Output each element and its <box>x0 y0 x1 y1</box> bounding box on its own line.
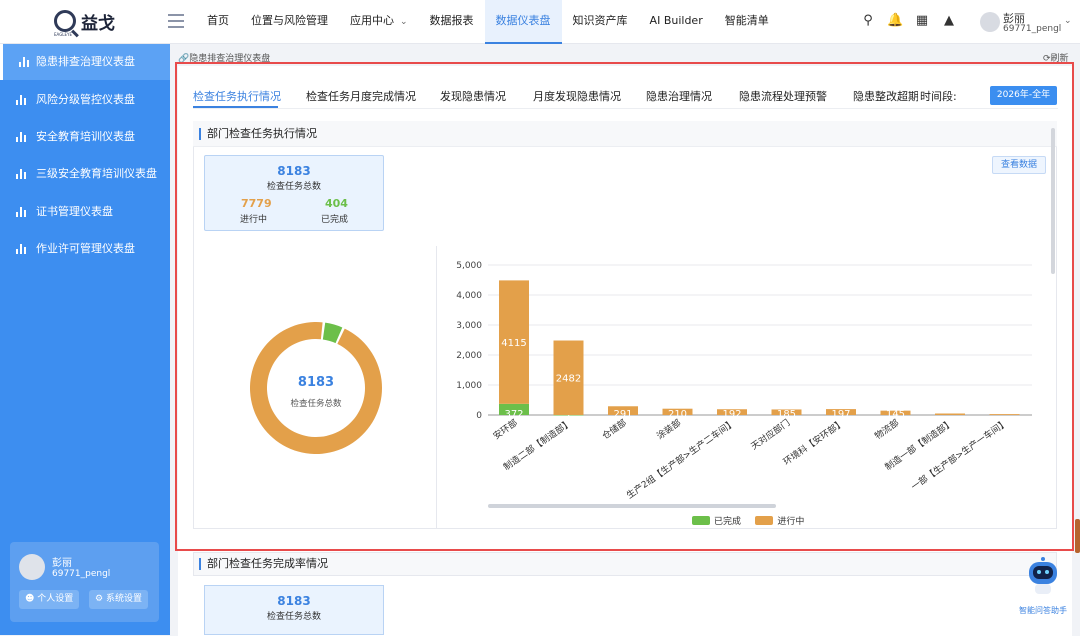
qr-code-icon[interactable]: ▦ <box>914 13 930 29</box>
total-tasks-label: 检查任务总数 <box>266 612 321 622</box>
stat-card: 8183 检查任务总数 <box>204 585 384 635</box>
nav-location-risk[interactable]: 位置与风险管理 <box>240 0 339 44</box>
user-menu[interactable]: 彭丽 69771_pengl ⌄ <box>980 8 1080 38</box>
sidebar-item-work-permit[interactable]: 作业许可管理仪表盘 <box>0 231 170 267</box>
user-id: 69771_pengl <box>1003 24 1062 34</box>
section-title: 部门检查任务完成率情况 <box>199 558 328 570</box>
chevron-down-icon: ⌄ <box>1064 16 1072 26</box>
logo-text: 益戈 <box>81 14 115 34</box>
logo[interactable]: 益戈 EAGLEYE <box>54 8 166 37</box>
top-bar: 益戈 EAGLEYE 首页 位置与风险管理 应用中心 ⌄ 数据报表 数据仪表盘 知… <box>0 0 1080 44</box>
avatar <box>980 12 1000 32</box>
bar-chart-icon <box>16 132 26 142</box>
logo-mark-icon <box>54 10 76 32</box>
area-chart-icon[interactable]: ▲ <box>941 13 957 29</box>
nav-app-center[interactable]: 应用中心 ⌄ <box>339 0 419 44</box>
bar-chart-icon <box>16 169 26 179</box>
nav-knowledge-base[interactable]: 知识资产库 <box>562 0 639 44</box>
sidebar-user-id: 69771_pengl <box>52 569 111 579</box>
sidebar-item-certificate[interactable]: 证书管理仪表盘 <box>0 194 170 230</box>
nav-data-dashboard[interactable]: 数据仪表盘 <box>484 0 562 44</box>
avatar <box>19 554 45 580</box>
nav-data-reports[interactable]: 数据报表 <box>419 0 485 44</box>
bell-icon[interactable]: 🔔 <box>887 13 903 29</box>
sidebar-item-three-level-training[interactable]: 三级安全教育培训仪表盘 <box>0 156 170 192</box>
bar-chart-icon <box>16 95 26 105</box>
bar-chart-icon <box>16 244 26 254</box>
chevron-down-icon: ⌄ <box>400 17 408 27</box>
search-icon[interactable]: ⚲ <box>860 13 876 29</box>
highlight-frame <box>175 62 1074 551</box>
total-tasks-value: 8183 <box>277 594 311 608</box>
sidebar-user-name: 彭丽 <box>52 558 72 569</box>
sidebar-item-hazard-dashboard[interactable]: 隐患排查治理仪表盘 <box>0 44 170 80</box>
assistant-label[interactable]: 智能问答助手 <box>1019 605 1067 616</box>
logo-subtext: EAGLEYE <box>54 32 73 37</box>
header-tools: ⚲ 🔔 ▦ ▲ <box>860 13 957 29</box>
sidebar-item-risk-dashboard[interactable]: 风险分级管控仪表盘 <box>0 82 170 118</box>
side-drawer-handle[interactable] <box>1075 519 1080 553</box>
nav-smart-list[interactable]: 智能清单 <box>714 0 780 44</box>
nav-ai-builder[interactable]: AI Builder <box>639 0 714 44</box>
nav-home[interactable]: 首页 <box>196 0 240 44</box>
robot-assistant-icon[interactable] <box>1022 556 1064 598</box>
sidebar-user-card: 彭丽 69771_pengl ☻ 个人设置 ⚙ 系统设置 <box>10 542 159 622</box>
sidebar-item-safety-training[interactable]: 安全教育培训仪表盘 <box>0 119 170 155</box>
personal-settings-button[interactable]: ☻ 个人设置 <box>19 590 80 609</box>
main-nav: 首页 位置与风险管理 应用中心 ⌄ 数据报表 数据仪表盘 知识资产库 AI Bui… <box>196 0 780 44</box>
bar-chart-icon <box>19 57 29 67</box>
bar-chart-icon <box>16 207 26 217</box>
menu-toggle-icon[interactable] <box>168 14 184 28</box>
user-icon: ☻ <box>25 594 38 604</box>
gear-icon: ⚙ <box>95 594 106 604</box>
system-settings-button[interactable]: ⚙ 系统设置 <box>89 590 148 609</box>
sidebar: 隐患排查治理仪表盘 风险分级管控仪表盘 安全教育培训仪表盘 三级安全教育培训仪表… <box>0 44 170 635</box>
